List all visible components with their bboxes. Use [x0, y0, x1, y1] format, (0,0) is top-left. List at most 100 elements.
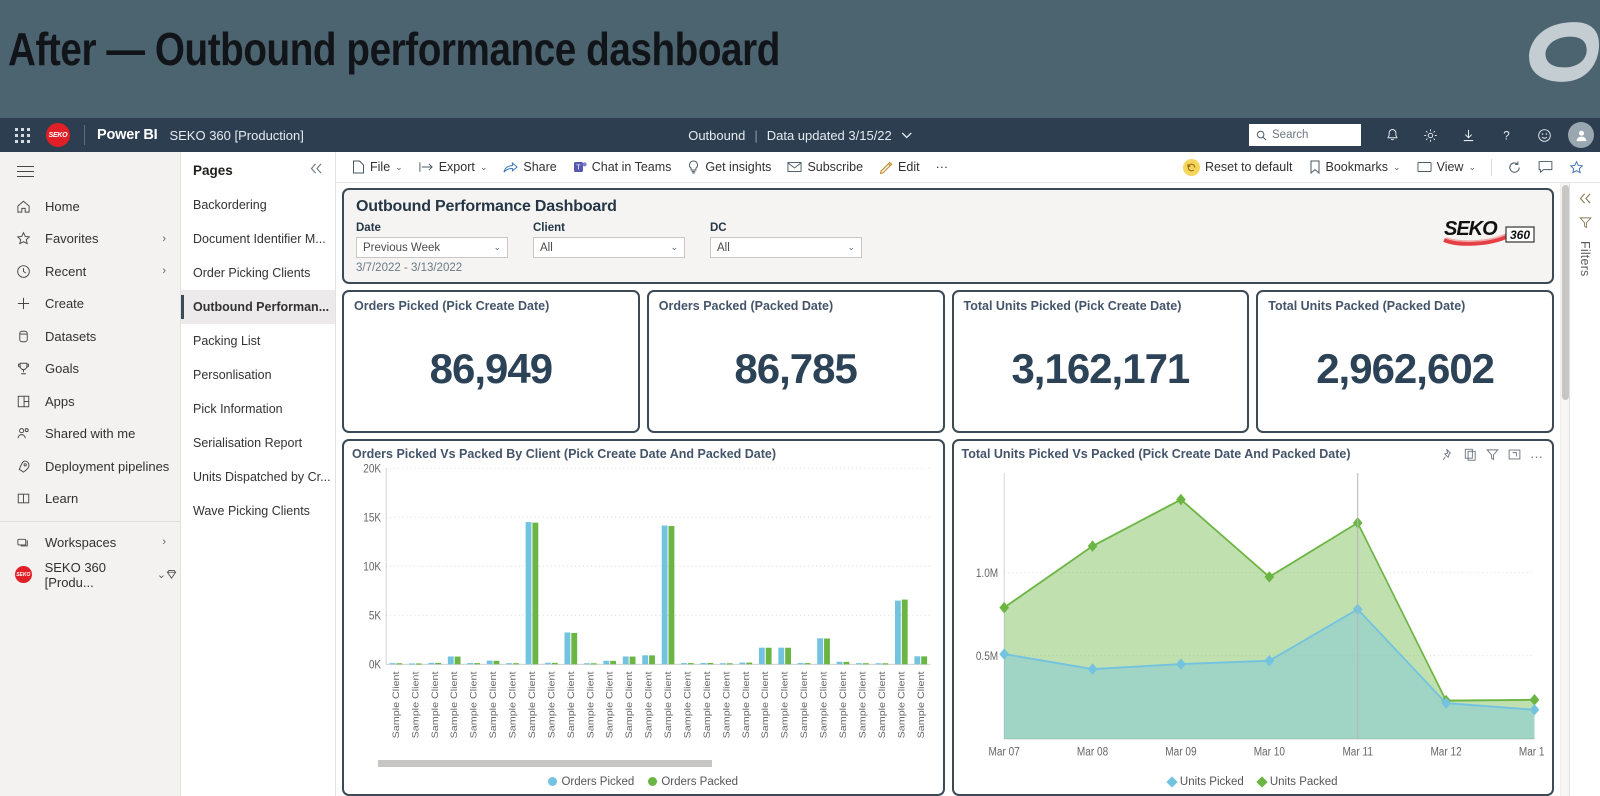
workspaces-icon — [15, 534, 32, 551]
kpi-title: Total Units Picked (Pick Create Date) — [963, 299, 1182, 313]
trophy-icon — [15, 360, 32, 377]
report-name[interactable]: Outbound — [688, 128, 745, 143]
bar-chart-plot: 0K 5K 10K 15K 20K Sample Client Sample Client S… — [352, 461, 935, 760]
sidebar-item-shared-with-me[interactable]: Shared with me — [0, 418, 180, 451]
gear-icon[interactable] — [1413, 118, 1447, 152]
client-slicer-dropdown[interactable]: All ⌄ — [533, 237, 685, 258]
sidebar-item-home[interactable]: Home — [0, 190, 180, 223]
share-button[interactable]: Share — [495, 154, 564, 180]
refresh-button[interactable] — [1499, 154, 1530, 180]
seko-logo-graphic: SEKO 360 — [1443, 218, 1535, 246]
view-button[interactable]: View ⌄ — [1409, 154, 1484, 180]
sidebar-item-workspaces[interactable]: Workspaces › — [0, 526, 180, 559]
help-icon[interactable]: ? — [1489, 118, 1523, 152]
edit-button[interactable]: Edit — [871, 154, 928, 180]
favorite-star-button[interactable] — [1561, 154, 1592, 180]
page-item-outbound-performance[interactable]: Outbound Performan... — [181, 290, 335, 324]
book-icon — [15, 490, 32, 507]
file-button[interactable]: File ⌄ — [344, 154, 411, 180]
chevron-double-left-icon[interactable] — [310, 161, 323, 179]
export-button[interactable]: Export ⌄ — [411, 154, 496, 180]
waffle-grid-icon[interactable] — [0, 118, 44, 152]
svg-text:Sample Client: Sample Client — [897, 671, 907, 738]
sidebar-item-goals[interactable]: Goals — [0, 353, 180, 386]
kpi-card-orders-picked[interactable]: Orders Picked (Pick Create Date) 86,949 — [342, 290, 640, 433]
kpi-card-orders-packed[interactable]: Orders Packed (Packed Date) 86,785 — [646, 290, 945, 433]
chevron-double-left-icon[interactable] — [1579, 191, 1592, 209]
page-item[interactable]: Packing List — [181, 324, 335, 358]
svg-text:Sample Client: Sample Client — [800, 671, 810, 738]
canvas-vertical-scrollbar[interactable] — [1560, 183, 1569, 796]
page-item[interactable]: Pick Information — [181, 392, 335, 426]
chat-in-teams-button[interactable]: T Chat in Teams — [565, 154, 680, 180]
sidebar-item-label: Workspaces — [45, 534, 117, 550]
export-icon — [419, 162, 433, 172]
sidebar-item-learn[interactable]: Learn — [0, 483, 180, 516]
sidebar-item-favorites[interactable]: Favorites › — [0, 223, 180, 256]
feedback-smiley-icon[interactable] — [1527, 118, 1561, 152]
view-icon — [1417, 162, 1432, 172]
bell-icon[interactable] — [1375, 118, 1409, 152]
area-chart-visual[interactable]: Total Units Picked Vs Packed (Pick Creat… — [951, 439, 1554, 796]
search-input[interactable]: Search — [1249, 124, 1361, 146]
date-slicer-dropdown[interactable]: Previous Week ⌄ — [356, 237, 508, 258]
comment-button[interactable] — [1530, 154, 1561, 180]
workspace-name[interactable]: SEKO 360 [Production] — [169, 128, 303, 143]
page-item[interactable]: Document Identifier M... — [181, 222, 335, 256]
dc-slicer-value: All — [717, 241, 730, 254]
page-item[interactable]: Units Dispatched by Cr... — [181, 460, 335, 494]
kpi-card-total-units-packed[interactable]: Total Units Packed (Packed Date) 2,962,6… — [1256, 290, 1554, 433]
sidebar-item-label: Create — [45, 296, 85, 312]
legend-item-orders-picked[interactable]: Orders Picked — [548, 776, 634, 788]
kpi-title: Orders Packed (Packed Date) — [658, 299, 834, 313]
page-item[interactable]: Backordering — [181, 188, 335, 222]
chevron-down-icon[interactable] — [901, 132, 912, 139]
download-icon[interactable] — [1451, 118, 1485, 152]
seko-circle-logo[interactable]: SEKO — [46, 123, 70, 147]
search-placeholder: Search — [1272, 129, 1309, 141]
get-insights-button[interactable]: Get insights — [679, 154, 779, 180]
svg-text:Sample Client: Sample Client — [819, 671, 829, 738]
share-label: Share — [523, 160, 557, 174]
sidebar-item-apps[interactable]: Apps — [0, 385, 180, 418]
nav-separator: | — [754, 127, 758, 143]
left-sidebar: Home Favorites › Recent › Create Dataset… — [0, 152, 181, 796]
page-item[interactable]: Wave Picking Clients — [181, 494, 335, 528]
svg-text:Sample Client: Sample Client — [586, 671, 596, 738]
sidebar-item-current-workspace[interactable]: SEKO SEKO 360 [Produ... ⌄ — [0, 559, 180, 592]
sidebar-item-recent[interactable]: Recent › — [0, 255, 180, 288]
subscribe-label: Subscribe — [807, 160, 864, 174]
bookmarks-button[interactable]: Bookmarks ⌄ — [1301, 154, 1409, 180]
chevron-down-icon[interactable]: ⌄ — [157, 568, 166, 581]
client-slicer-value: All — [540, 241, 553, 254]
subscribe-button[interactable]: Subscribe — [779, 154, 871, 180]
more-options-button[interactable]: ··· — [928, 154, 957, 180]
filters-pane-collapsed[interactable]: Filters — [1569, 183, 1600, 796]
svg-text:Sample Client: Sample Client — [392, 671, 402, 738]
kpi-title: Orders Picked (Pick Create Date) — [354, 299, 550, 313]
toolbar-right-group: Reset to default Bookmarks ⌄ View ⌄ — [1175, 154, 1592, 180]
page-item[interactable]: Order Picking Clients — [181, 256, 335, 290]
more-options-icon[interactable]: ··· — [1530, 450, 1543, 463]
page-item[interactable]: Serialisation Report — [181, 426, 335, 460]
avatar[interactable] — [1568, 122, 1594, 148]
sidebar-item-deployment-pipelines[interactable]: Deployment pipelines — [0, 450, 180, 483]
product-name[interactable]: Power BI — [97, 127, 158, 143]
sidebar-item-create[interactable]: Create — [0, 288, 180, 321]
filter-funnel-icon[interactable] — [1578, 216, 1592, 234]
legend-item-units-picked[interactable]: Units Picked — [1166, 776, 1244, 788]
people-icon — [15, 425, 32, 442]
legend-item-orders-packed[interactable]: Orders Packed — [648, 776, 738, 788]
chevron-down-icon: ⌄ — [493, 242, 501, 252]
svg-text:Sample Client: Sample Client — [469, 671, 479, 738]
dc-slicer-dropdown[interactable]: All ⌄ — [710, 237, 862, 258]
sidebar-item-datasets[interactable]: Datasets — [0, 320, 180, 353]
data-updated-label[interactable]: Data updated 3/15/22 — [767, 128, 892, 143]
reset-to-default-button[interactable]: Reset to default — [1175, 154, 1301, 180]
legend-item-units-packed[interactable]: Units Packed — [1256, 776, 1338, 788]
bar-chart-horizontal-scrollbar[interactable] — [378, 760, 909, 767]
kpi-card-total-units-picked[interactable]: Total Units Picked (Pick Create Date) 3,… — [951, 290, 1250, 433]
page-item[interactable]: Personlisation — [181, 358, 335, 392]
bar-chart-visual[interactable]: Orders Picked Vs Packed By Client (Pick … — [342, 439, 945, 796]
hamburger-icon[interactable] — [0, 152, 180, 190]
